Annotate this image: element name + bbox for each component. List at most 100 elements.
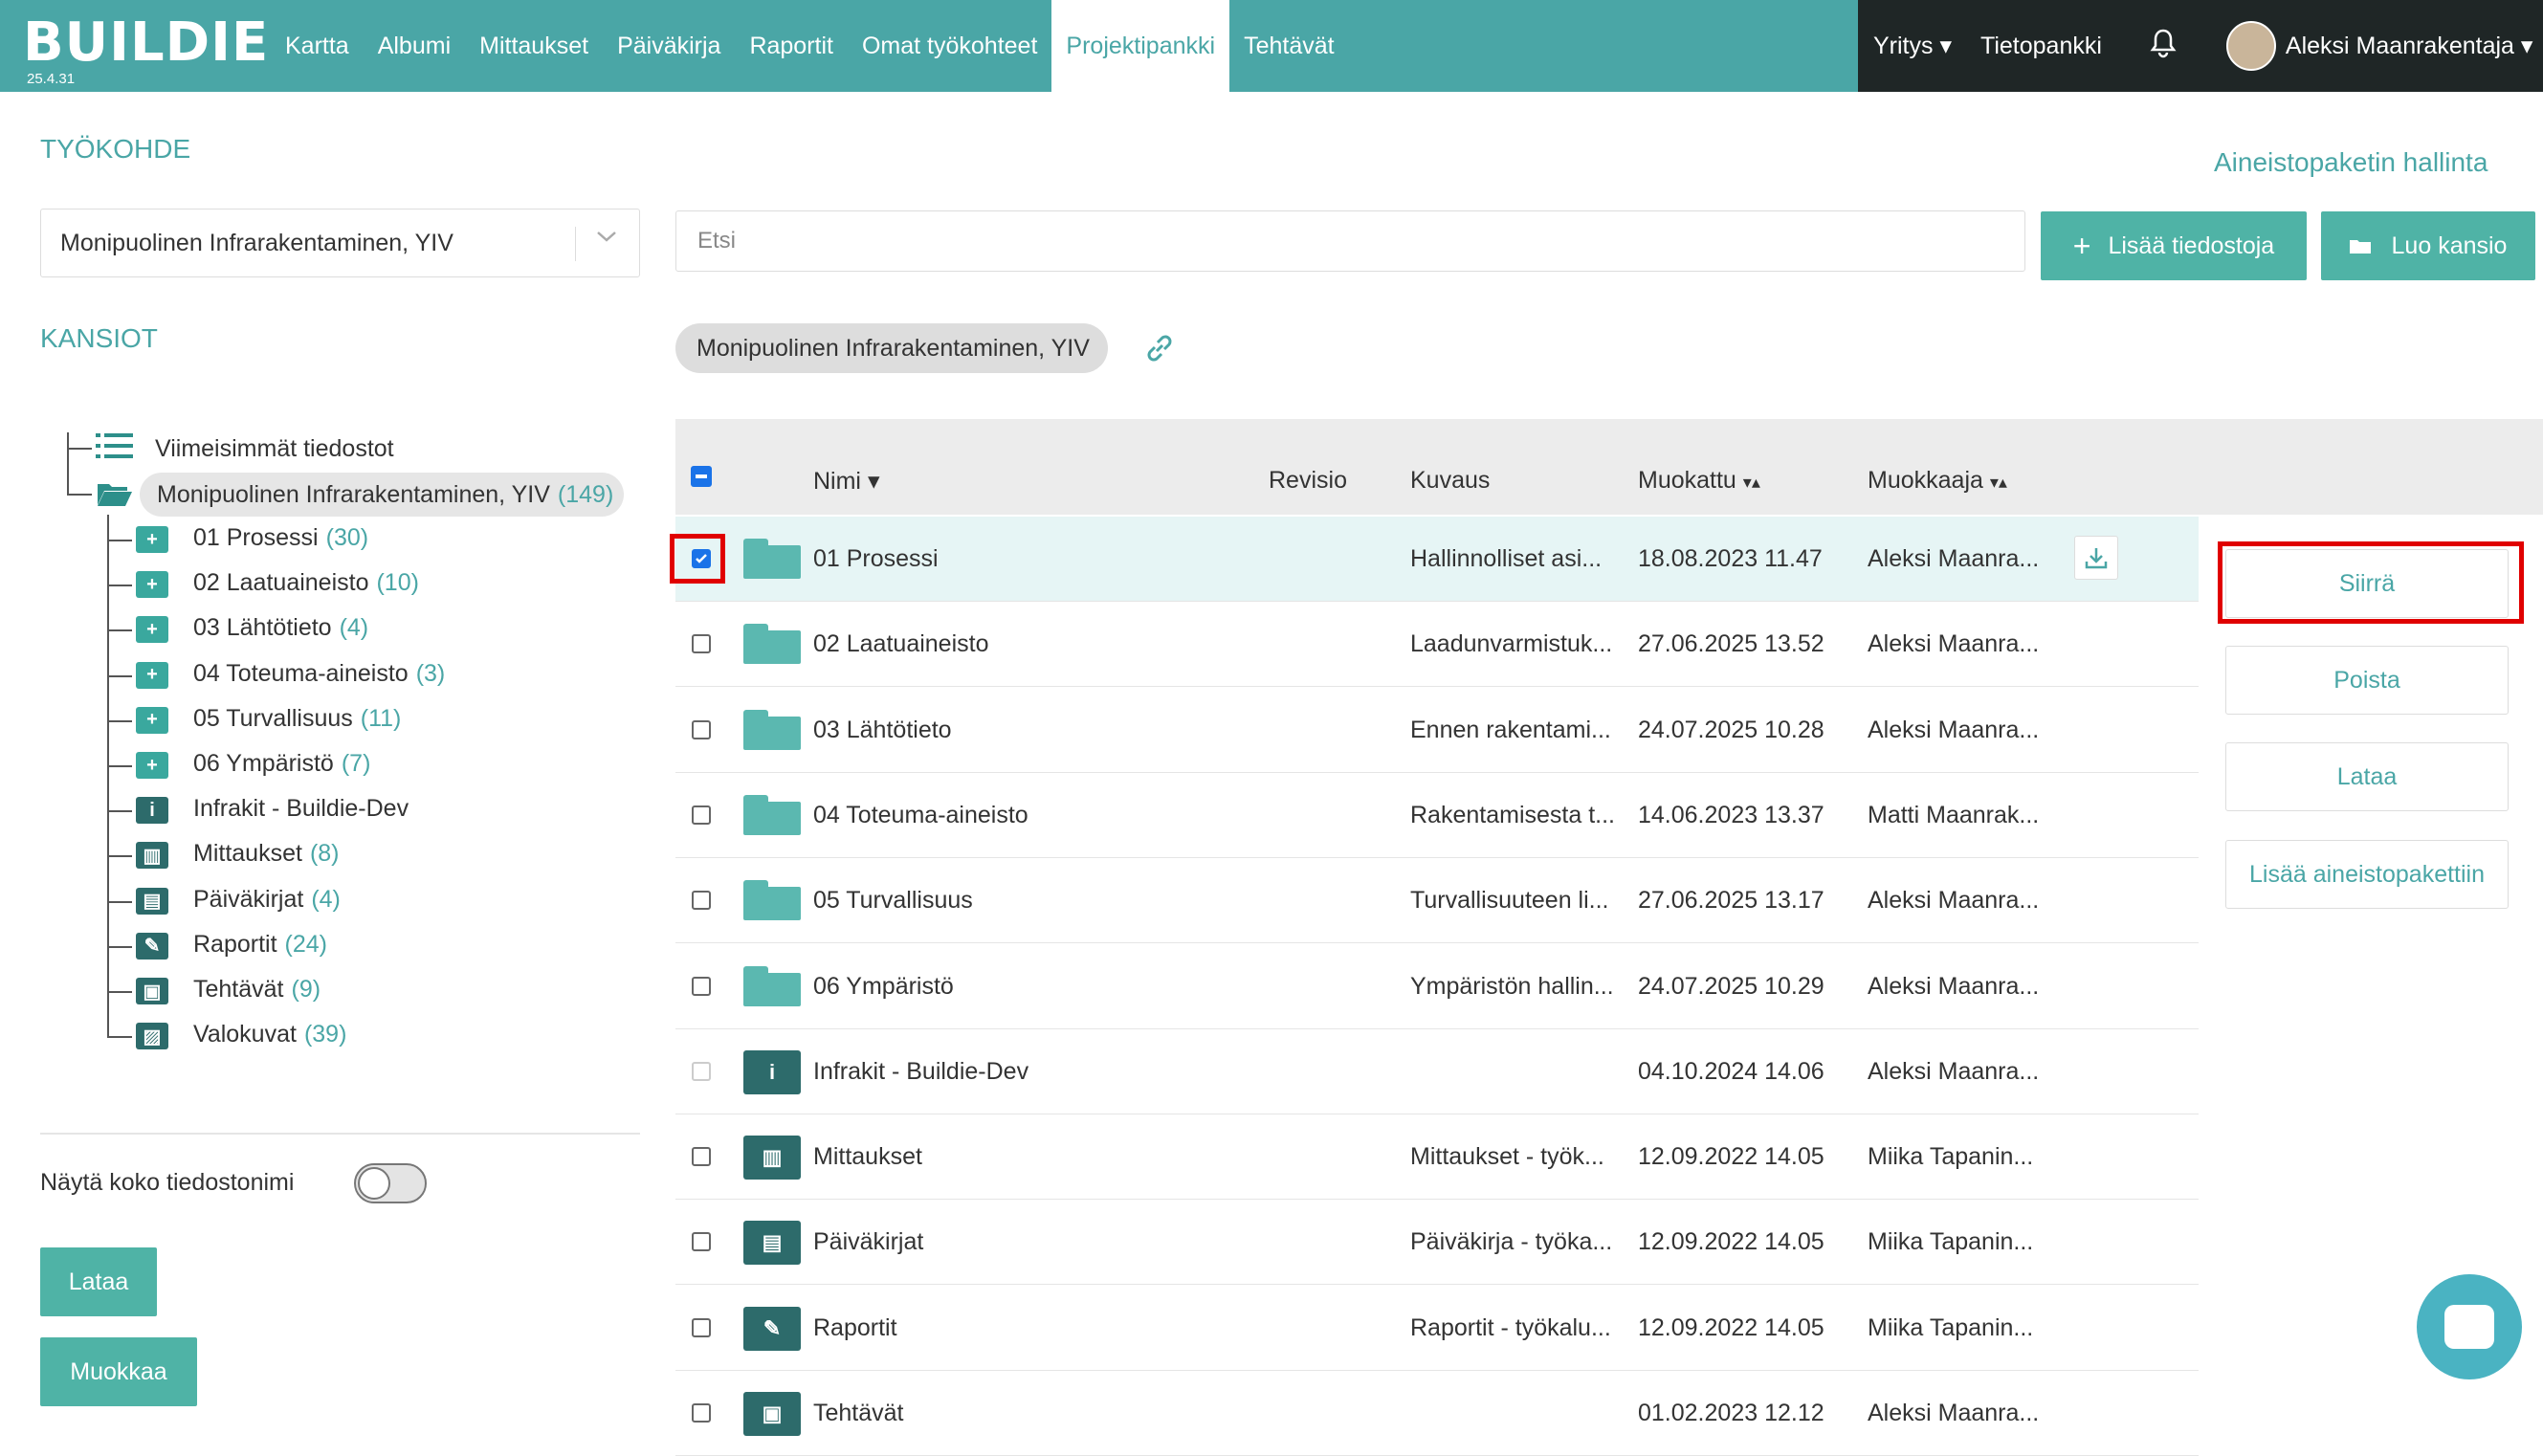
- row-modifier: Aleksi Maanra...: [1868, 1400, 2040, 1426]
- row-checkbox[interactable]: [692, 1147, 711, 1167]
- row-name[interactable]: 06 Ympäristö: [813, 973, 954, 1001]
- tree-item[interactable]: Valokuvat (39): [193, 1021, 346, 1048]
- tree-item-root[interactable]: Monipuolinen Infrarakentaminen, YIV (149): [157, 481, 613, 509]
- row-description: Ennen rakentami...: [1410, 716, 1611, 743]
- row-checkbox[interactable]: [692, 634, 711, 654]
- row-description: Raportit - työkalu...: [1410, 1313, 1611, 1341]
- row-checkbox[interactable]: [692, 976, 711, 996]
- photo-icon: ▨: [136, 1023, 168, 1050]
- tree-item-recent-files[interactable]: Viimeisimmät tiedostot: [155, 435, 394, 463]
- nav-item-kartta[interactable]: Kartta: [271, 0, 364, 92]
- chevron-down-icon[interactable]: [595, 227, 618, 252]
- tree-item[interactable]: 06 Ympäristö (7): [193, 750, 370, 778]
- nav-item-omat-tyokohteet[interactable]: Omat työkohteet: [848, 0, 1051, 92]
- tree-item-label: Tehtävät: [193, 976, 284, 1003]
- row-description: Mittaukset - työk...: [1410, 1143, 1604, 1171]
- package-management-link[interactable]: Aineistopaketin hallinta: [2214, 147, 2488, 178]
- tree-item[interactable]: 04 Toteuma-aineisto (3): [193, 660, 445, 688]
- tree-item[interactable]: Tehtävät (9): [193, 976, 321, 1004]
- column-modified[interactable]: Muokattu ▾▴: [1638, 467, 1760, 495]
- tree-item-count: (30): [325, 524, 369, 551]
- user-menu[interactable]: Aleksi Maanrakentaja ▾: [2286, 32, 2533, 60]
- row-name[interactable]: 05 Turvallisuus: [813, 887, 973, 915]
- buildie-logo[interactable]: BUILDIE: [23, 11, 269, 74]
- row-name[interactable]: Infrakit - Buildie-Dev: [813, 1058, 1028, 1086]
- show-full-name-toggle[interactable]: [354, 1163, 427, 1203]
- create-folder-label: Luo kansio: [2391, 232, 2508, 259]
- row-checkbox[interactable]: [692, 1061, 711, 1081]
- tree-line: [107, 1036, 132, 1039]
- search-input[interactable]: Etsi: [675, 210, 2025, 272]
- nav-item-albumi[interactable]: Albumi: [364, 0, 465, 92]
- info-icon: i: [743, 1049, 801, 1094]
- nav-item-raportit[interactable]: Raportit: [735, 0, 848, 92]
- row-modifier: Aleksi Maanra...: [1868, 887, 2040, 915]
- tree-item-label: Raportit: [193, 930, 277, 958]
- tree-item[interactable]: 01 Prosessi (30): [193, 524, 368, 552]
- row-name[interactable]: 02 Laatuaineisto: [813, 630, 988, 658]
- create-folder-button[interactable]: Luo kansio: [2321, 211, 2535, 280]
- row-checkbox[interactable]: [692, 719, 711, 739]
- add-files-button[interactable]: + Lisää tiedostoja: [2041, 211, 2307, 280]
- row-modifier: Miika Tapanin...: [1868, 1228, 2034, 1256]
- tree-item-label: 04 Toteuma-aineisto: [193, 659, 409, 687]
- tree-item[interactable]: Mittaukset (8): [193, 840, 340, 868]
- row-name[interactable]: Tehtävät: [813, 1400, 904, 1427]
- tree-item[interactable]: 03 Lähtötieto (4): [193, 614, 368, 642]
- row-name[interactable]: 03 Lähtötieto: [813, 717, 952, 744]
- column-modifier[interactable]: Muokkaaja ▾▴: [1868, 467, 2007, 495]
- row-description: Päiväkirja - työka...: [1410, 1228, 1613, 1256]
- nav-item-projektipankki[interactable]: Projektipankki: [1051, 0, 1230, 92]
- project-select[interactable]: Monipuolinen Infrarakentaminen, YIV: [40, 209, 640, 277]
- knowledge-bank-link[interactable]: Tietopankki: [1980, 33, 2102, 60]
- row-name[interactable]: Mittaukset: [813, 1143, 922, 1171]
- tree-item-count: (3): [415, 659, 446, 687]
- select-all-checkbox[interactable]: [691, 466, 712, 487]
- tree-item[interactable]: Päiväkirjat (4): [193, 886, 341, 914]
- tree-item-label: Mittaukset: [193, 840, 302, 868]
- folder-plus-icon: +: [136, 752, 168, 779]
- nav-item-paivakirja[interactable]: Päiväkirja: [603, 0, 735, 92]
- row-checkbox[interactable]: [692, 805, 711, 825]
- nav-item-mittaukset[interactable]: Mittaukset: [465, 0, 603, 92]
- delete-button[interactable]: Poista: [2225, 646, 2509, 715]
- info-icon: i: [136, 797, 168, 825]
- column-revision: Revisio: [1269, 467, 1347, 494]
- row-checkbox[interactable]: [692, 1317, 711, 1337]
- chat-widget-button[interactable]: [2417, 1274, 2522, 1379]
- tree-item-count: (8): [309, 840, 340, 868]
- tree-item[interactable]: 02 Laatuaineisto (10): [193, 569, 419, 597]
- tree-item[interactable]: Infrakit - Buildie-Dev: [193, 795, 416, 823]
- row-name[interactable]: Päiväkirjat: [813, 1228, 923, 1256]
- avatar[interactable]: [2225, 21, 2276, 71]
- tree-item-count: (4): [311, 885, 341, 913]
- download-icon[interactable]: [2074, 536, 2118, 580]
- row-checkbox[interactable]: [692, 1232, 711, 1252]
- link-icon[interactable]: [1142, 331, 1177, 370]
- tree-item[interactable]: Raportit (24): [193, 931, 327, 959]
- nav-item-tehtavat[interactable]: Tehtävät: [1229, 0, 1349, 92]
- left-download-button[interactable]: Lataa: [40, 1247, 157, 1316]
- company-menu[interactable]: Yritys ▾: [1873, 32, 1952, 60]
- bell-icon[interactable]: [2150, 28, 2177, 65]
- tree-item[interactable]: 05 Turvallisuus (11): [193, 705, 401, 733]
- column-name[interactable]: Nimi ▾: [813, 467, 880, 496]
- download-button[interactable]: Lataa: [2225, 742, 2509, 811]
- diary-icon: ▤: [136, 887, 168, 915]
- row-modified: 04.10.2024 14.06: [1638, 1057, 1824, 1085]
- row-modifier: Aleksi Maanra...: [1868, 545, 2040, 572]
- tree-line: [107, 991, 132, 993]
- folder-icon: [743, 880, 801, 921]
- add-to-package-button[interactable]: Lisää aineistopakettiin: [2225, 840, 2509, 909]
- row-name[interactable]: 01 Prosessi: [813, 545, 939, 573]
- folder-plus-icon: +: [136, 661, 168, 689]
- tree-line: [67, 432, 69, 496]
- list-icon: [96, 432, 134, 459]
- edit-button[interactable]: Muokkaa: [40, 1337, 197, 1406]
- breadcrumb[interactable]: Monipuolinen Infrarakentaminen, YIV: [675, 323, 1108, 373]
- row-checkbox[interactable]: [692, 1403, 711, 1423]
- row-name[interactable]: 04 Toteuma-aineisto: [813, 802, 1028, 829]
- folder-icon: [743, 965, 801, 1006]
- row-name[interactable]: Raportit: [813, 1314, 897, 1342]
- row-checkbox[interactable]: [692, 891, 711, 911]
